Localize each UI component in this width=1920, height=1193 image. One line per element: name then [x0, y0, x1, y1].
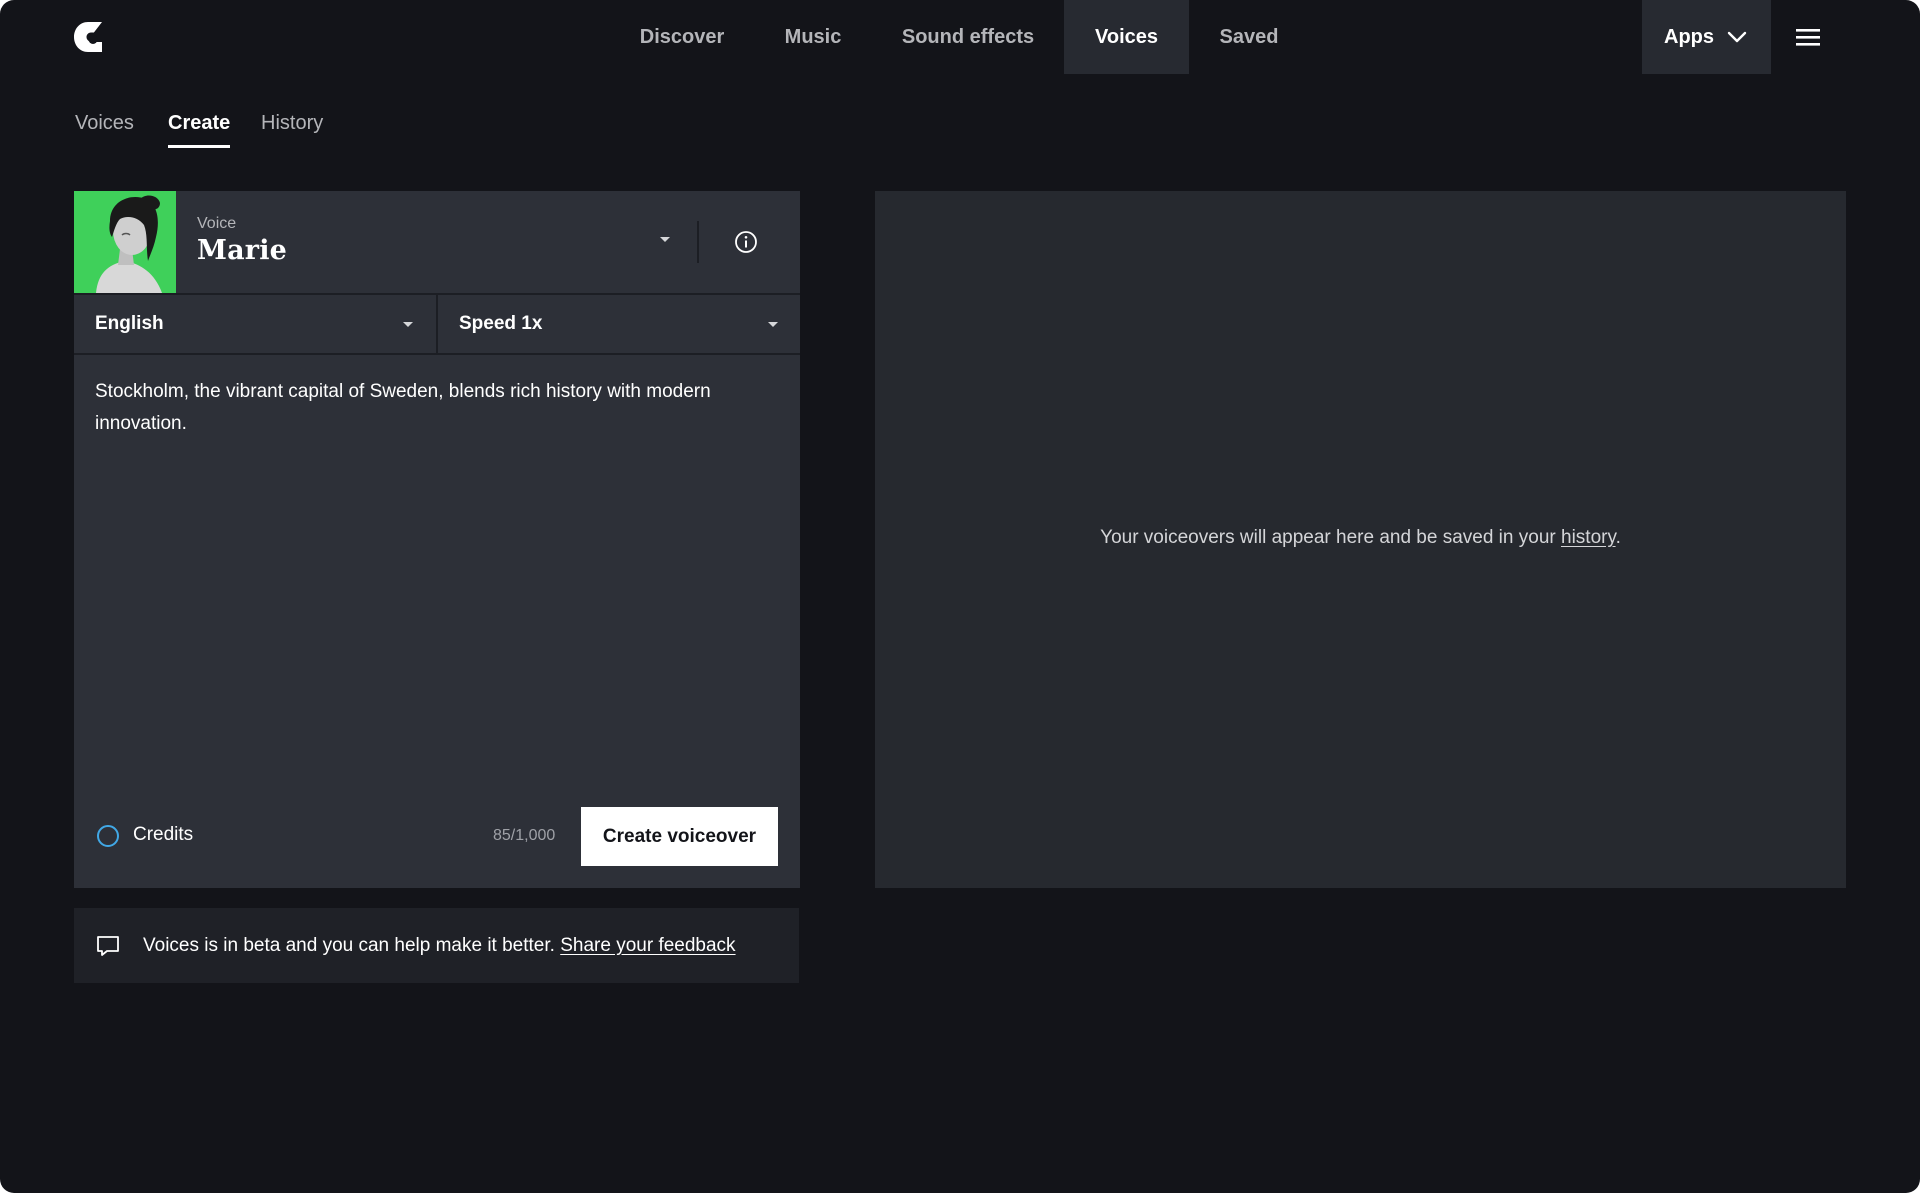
nav-sound-effects[interactable]: Sound effects: [888, 0, 1048, 74]
empty-state-text: Your voiceovers will appear here and be …: [1100, 527, 1556, 548]
speed-value: Speed 1x: [459, 313, 543, 334]
nav-discover[interactable]: Discover: [626, 0, 738, 74]
chevron-down-icon: [1727, 31, 1747, 43]
create-voiceover-button[interactable]: Create voiceover: [581, 807, 778, 866]
nav-saved[interactable]: Saved: [1204, 0, 1294, 74]
history-link[interactable]: history: [1561, 527, 1616, 548]
voiceover-output-panel: Your voiceovers will appear here and be …: [875, 191, 1846, 888]
voice-caption: Voice: [197, 215, 237, 232]
apps-label: Apps: [1664, 26, 1714, 48]
credits-label: Credits: [133, 824, 194, 845]
apps-button[interactable]: Apps: [1642, 0, 1771, 74]
nav-music[interactable]: Music: [762, 0, 864, 74]
credits-progress-ring: [97, 825, 119, 847]
caret-down-icon: [660, 237, 670, 242]
caret-down-icon: [403, 322, 413, 327]
feedback-message: Voices is in beta and you can help make …: [143, 908, 736, 983]
speed-select[interactable]: Speed 1x: [438, 295, 800, 353]
caret-down-icon: [768, 322, 778, 327]
voice-selector[interactable]: Voice Marie: [74, 191, 800, 295]
empty-state-message: Your voiceovers will appear here and be …: [875, 527, 1846, 549]
tab-voices[interactable]: Voices: [75, 110, 134, 136]
epidemic-logo-icon[interactable]: [72, 20, 104, 54]
language-select[interactable]: English: [74, 295, 436, 353]
empty-state-suffix: .: [1615, 527, 1621, 548]
beta-feedback-banner: Voices is in beta and you can help make …: [74, 908, 799, 983]
tab-create[interactable]: Create: [168, 110, 230, 136]
app-window: Discover Music Sound effects Voices Save…: [0, 0, 1920, 1193]
hamburger-menu-icon[interactable]: [1794, 24, 1822, 50]
top-navigation: Discover Music Sound effects Voices Save…: [0, 0, 1920, 74]
voice-settings-row: English Speed 1x: [74, 295, 800, 355]
info-icon[interactable]: [734, 230, 758, 254]
portrait-image: [74, 191, 176, 293]
create-voiceover-panel: Voice Marie English Speed 1x Stockholm, …: [74, 191, 800, 888]
divider: [697, 221, 699, 263]
tab-history[interactable]: History: [261, 110, 323, 136]
script-textarea[interactable]: Stockholm, the vibrant capital of Sweden…: [95, 376, 775, 440]
nav-voices[interactable]: Voices: [1064, 0, 1189, 74]
feedback-text: Voices is in beta and you can help make …: [143, 935, 555, 956]
language-value: English: [95, 313, 164, 334]
character-count: 85/1,000: [493, 827, 556, 844]
active-tab-underline: [168, 145, 230, 148]
voice-avatar: [74, 191, 176, 293]
chat-bubble-icon: [97, 936, 119, 956]
share-feedback-link[interactable]: Share your feedback: [560, 935, 735, 956]
voice-name: Marie: [197, 235, 288, 266]
